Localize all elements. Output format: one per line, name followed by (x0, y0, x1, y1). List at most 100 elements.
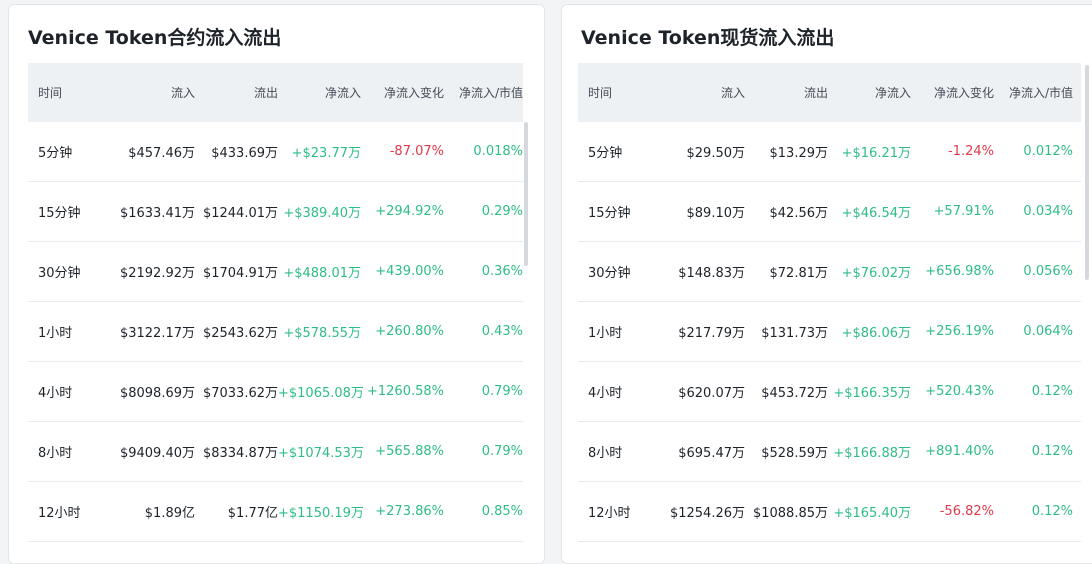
header-outflow: 流出 (803, 86, 828, 100)
card-title: Venice Token合约流入流出 (28, 27, 282, 49)
header-time: 时间 (588, 86, 613, 100)
header-net-market-cap: 净流入/市值 (1008, 86, 1073, 100)
cell-outflow: $433.69万 (211, 146, 278, 161)
header-inflow: 流入 (170, 86, 195, 100)
cell-outflow: $1244.01万 (202, 206, 278, 221)
cell-inflow: $620.07万 (678, 386, 745, 401)
cell-inflow: $3122.17万 (119, 326, 195, 341)
table-row: 5分钟 $457.46万 $433.69万 +$23.77万 -87.07% 0.018% (28, 122, 523, 182)
cell-net-market-cap: 0.43% (481, 324, 523, 339)
table-row: 4小时 $620.07万 $453.72万 +$166.35万 +520.43% 0.12… (578, 362, 1081, 422)
cell-outflow: $1088.85万 (752, 506, 828, 521)
cell-net-market-cap: 0.034% (1023, 204, 1073, 219)
table-header: 时间 流入 流出 净流入 净流入变化 净流入/市值 (28, 63, 523, 122)
cell-net-change: +57.91% (933, 204, 994, 219)
table-row: 12小时 $1254.26万 $1088.85万 +$165.40万 -56.82% 0.… (578, 482, 1081, 542)
cell-net-change: +273.86% (375, 504, 444, 519)
cell-time: 15分钟 (588, 206, 631, 221)
cell-time: 12小时 (588, 506, 631, 521)
cell-time: 4小时 (588, 386, 623, 401)
cell-time: 8小时 (588, 446, 623, 461)
cell-net-market-cap: 0.79% (481, 444, 523, 459)
cell-time: 1小时 (38, 326, 73, 341)
cell-net-inflow: +$578.55万 (283, 326, 361, 341)
cell-net-change: +260.80% (375, 324, 444, 339)
cell-inflow: $1633.41万 (119, 206, 195, 221)
cell-net-change: +439.00% (375, 264, 444, 279)
cell-time: 5分钟 (38, 146, 73, 161)
cell-net-market-cap: 0.12% (1031, 504, 1073, 519)
table-header: 时间 流入 流出 净流入 净流入变化 净流入/市值 (578, 63, 1081, 122)
cell-net-inflow: +$1074.53万 (278, 446, 364, 461)
cell-outflow: $72.81万 (769, 266, 829, 281)
cell-outflow: $1704.91万 (202, 266, 278, 281)
cell-inflow: $457.46万 (128, 146, 195, 161)
cell-net-market-cap: 0.12% (1031, 444, 1073, 459)
cell-net-inflow: +$1065.08万 (278, 386, 364, 401)
table-row: 30分钟 $148.83万 $72.81万 +$76.02万 +656.98% 0.056… (578, 242, 1081, 302)
cell-net-market-cap: 0.29% (481, 204, 523, 219)
cell-outflow: $528.59万 (761, 446, 828, 461)
table-row: 8小时 $695.47万 $528.59万 +$166.88万 +891.40% 0.12… (578, 422, 1081, 482)
table-row: 1小时 $3122.17万 $2543.62万 +$578.55万 +260.80% 0.… (28, 302, 523, 362)
cell-net-market-cap: 0.018% (473, 144, 523, 159)
cell-inflow: $8098.69万 (119, 386, 195, 401)
spot-flow-card: Venice Token现货流入流出 时间 流入 流出 净流入 净流入变化 净流… (561, 4, 1092, 564)
cell-net-market-cap: 0.064% (1023, 324, 1073, 339)
table-body: 5分钟 $457.46万 $433.69万 +$23.77万 -87.07% 0.018%… (28, 122, 523, 542)
header-net-inflow: 净流入 (874, 86, 911, 100)
cell-net-inflow: +$166.35万 (833, 386, 911, 401)
cell-time: 30分钟 (38, 266, 81, 281)
cell-inflow: $2192.92万 (119, 266, 195, 281)
cell-net-inflow: +$76.02万 (841, 266, 911, 281)
cell-inflow: $1.89亿 (144, 506, 195, 521)
cell-net-change: +656.98% (925, 264, 994, 279)
cell-inflow: $217.79万 (678, 326, 745, 341)
cell-net-market-cap: 0.012% (1023, 144, 1073, 159)
cell-net-inflow: +$389.40万 (283, 206, 361, 221)
cell-net-inflow: +$165.40万 (833, 506, 911, 521)
cell-outflow: $453.72万 (761, 386, 828, 401)
table-row: 15分钟 $1633.41万 $1244.01万 +$389.40万 +294.92% 0… (28, 182, 523, 242)
cell-outflow: $42.56万 (769, 206, 829, 221)
cell-time: 8小时 (38, 446, 73, 461)
cell-outflow: $13.29万 (769, 146, 829, 161)
scrollbar[interactable] (1085, 65, 1089, 280)
cell-net-inflow: +$86.06万 (841, 326, 911, 341)
cell-net-inflow: +$488.01万 (283, 266, 361, 281)
cell-net-inflow: +$1150.19万 (278, 506, 364, 521)
cell-net-inflow: +$23.77万 (291, 146, 361, 161)
cell-net-inflow: +$166.88万 (833, 446, 911, 461)
cell-inflow: $9409.40万 (119, 446, 195, 461)
header-net-inflow: 净流入 (324, 86, 361, 100)
cell-net-change: +256.19% (925, 324, 994, 339)
cell-net-change: +1260.58% (366, 384, 444, 399)
cell-time: 4小时 (38, 386, 73, 401)
cell-inflow: $695.47万 (678, 446, 745, 461)
cell-net-inflow: +$16.21万 (841, 146, 911, 161)
flow-table: 时间 流入 流出 净流入 净流入变化 净流入/市值 5分钟 $29.50万 $13.… (578, 63, 1081, 542)
header-net-change: 净流入变化 (933, 86, 994, 100)
header-time: 时间 (38, 86, 63, 100)
cell-time: 5分钟 (588, 146, 623, 161)
cell-net-change: -87.07% (389, 144, 444, 159)
cell-net-market-cap: 0.36% (481, 264, 523, 279)
scrollbar[interactable] (524, 122, 528, 266)
table-row: 15分钟 $89.10万 $42.56万 +$46.54万 +57.91% 0.034% (578, 182, 1081, 242)
cell-net-change: -1.24% (948, 144, 994, 159)
cell-outflow: $7033.62万 (202, 386, 278, 401)
table-row: 30分钟 $2192.92万 $1704.91万 +$488.01万 +439.00% 0… (28, 242, 523, 302)
cell-net-change: +891.40% (925, 444, 994, 459)
header-net-market-cap: 净流入/市值 (458, 86, 523, 100)
cell-inflow: $89.10万 (686, 206, 746, 221)
cell-time: 12小时 (38, 506, 81, 521)
cell-net-market-cap: 0.056% (1023, 264, 1073, 279)
cell-net-change: +294.92% (375, 204, 444, 219)
header-inflow: 流入 (720, 86, 745, 100)
cell-net-change: +520.43% (925, 384, 994, 399)
cell-inflow: $148.83万 (678, 266, 745, 281)
cell-net-market-cap: 0.79% (481, 384, 523, 399)
cell-net-change: +565.88% (375, 444, 444, 459)
header-net-change: 净流入变化 (383, 86, 444, 100)
cell-net-market-cap: 0.12% (1031, 384, 1073, 399)
